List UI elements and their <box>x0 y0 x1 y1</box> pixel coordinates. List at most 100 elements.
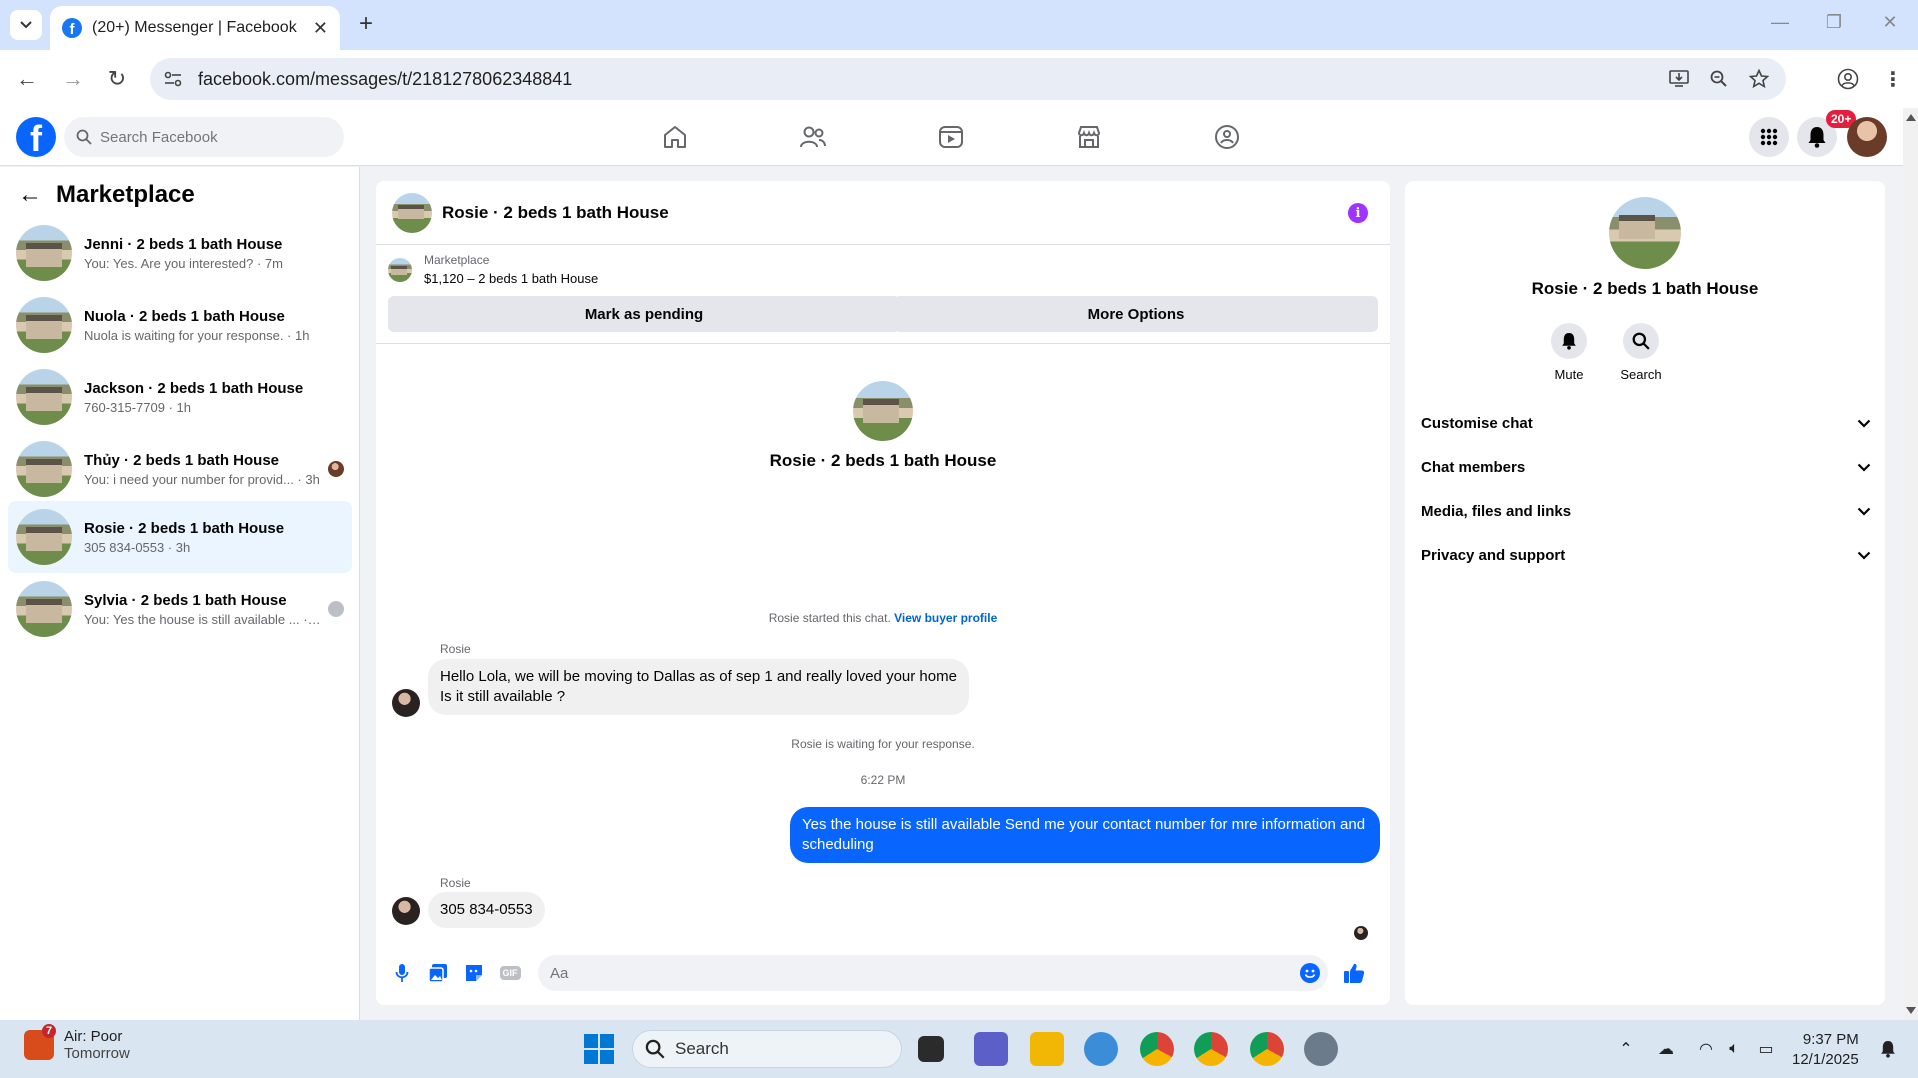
address-bar[interactable]: facebook.com/messages/t/2181278062348841 <box>150 58 1786 100</box>
conversation-rosie[interactable]: Rosie · 2 beds 1 bath House 305 834-0553… <box>8 501 352 573</box>
nav-groups[interactable] <box>1171 116 1283 158</box>
bookmark-star-icon[interactable] <box>1744 64 1774 94</box>
bell-icon <box>1562 333 1576 350</box>
nav-marketplace[interactable] <box>1033 116 1145 158</box>
browser-tab[interactable]: f (20+) Messenger | Facebook ✕ <box>50 6 340 50</box>
url-text[interactable]: facebook.com/messages/t/2181278062348841 <box>198 69 1654 90</box>
page-scrollbar[interactable] <box>1903 108 1918 1020</box>
battery-icon[interactable]: ▭ <box>1754 1038 1778 1060</box>
microphone-icon[interactable] <box>388 959 416 987</box>
message-input[interactable] <box>550 964 1290 982</box>
photo-icon[interactable] <box>424 959 452 987</box>
thumbs-up-icon[interactable] <box>1340 959 1368 987</box>
conversation-jackson[interactable]: Jackson · 2 beds 1 bath House 760-315-77… <box>8 361 352 433</box>
install-app-icon[interactable] <box>1664 64 1694 94</box>
clock-date: 12/1/2025 <box>1792 1051 1859 1068</box>
chat-listing-avatar[interactable] <box>392 192 432 233</box>
message-line: Hello Lola, we will be moving to Dallas … <box>440 668 957 685</box>
conversation-preview: You: i need your number for provid... · … <box>84 471 320 487</box>
gif-icon[interactable]: GIF <box>496 959 524 987</box>
chrome-profile-3-icon[interactable] <box>1250 1032 1284 1066</box>
new-tab-button[interactable]: + <box>352 10 380 38</box>
cloud-offline-icon[interactable]: ☁ <box>1654 1038 1678 1060</box>
details-title: Rosie · 2 beds 1 bath House <box>1531 279 1759 298</box>
facebook-search[interactable] <box>64 117 344 157</box>
restore-icon[interactable]: ❐ <box>1824 12 1844 33</box>
section-label: Privacy and support <box>1421 546 1566 564</box>
mark-as-pending-button[interactable]: Mark as pending <box>388 296 900 332</box>
incoming-message[interactable]: Hello Lola, we will be moving to Dallas … <box>428 659 969 715</box>
details-avatar <box>1609 197 1681 269</box>
sticker-icon[interactable] <box>460 959 488 987</box>
menu-grid-button[interactable] <box>1749 117 1789 157</box>
section-privacy-support[interactable]: Privacy and support <box>1421 535 1871 575</box>
message-timestamp: 6:22 PM <box>860 773 906 787</box>
profile-icon[interactable] <box>1833 64 1863 94</box>
clock-time: 9:37 PM <box>1802 1031 1859 1048</box>
search-icon <box>645 1039 665 1059</box>
settings-gear-icon[interactable] <box>1304 1032 1338 1066</box>
sidebar-header: ← Marketplace <box>18 181 195 209</box>
reload-icon[interactable]: ↻ <box>102 64 132 94</box>
close-tab-icon[interactable]: ✕ <box>313 18 328 39</box>
wifi-icon[interactable]: ◠ <box>1694 1038 1718 1060</box>
scroll-down-arrow-icon[interactable] <box>1906 1007 1916 1014</box>
facebook-search-input[interactable] <box>100 128 320 146</box>
listing-summary[interactable]: Marketplace $1,120 – 2 beds 1 bath House <box>388 253 598 286</box>
chat-started-text: Rosie started this chat. <box>768 611 891 625</box>
chat-title[interactable]: Rosie · 2 beds 1 bath House <box>442 203 669 223</box>
message-input-box[interactable] <box>538 955 1328 991</box>
conversation-name: Jenni · 2 beds 1 bath House <box>84 235 283 253</box>
show-hidden-icons-chevron-icon[interactable]: ⌃ <box>1614 1038 1638 1060</box>
account-avatar[interactable] <box>1847 117 1887 157</box>
scroll-up-arrow-icon[interactable] <box>1906 114 1916 121</box>
search-in-chat-button[interactable]: Search <box>1606 323 1676 382</box>
taskbar-search[interactable]: Search <box>632 1030 902 1068</box>
nav-video[interactable] <box>895 116 1007 158</box>
snipping-tool-icon[interactable] <box>1084 1032 1118 1066</box>
search-icon <box>1632 332 1650 350</box>
conversation-sylvia[interactable]: Sylvia · 2 beds 1 bath House You: Yes th… <box>8 573 352 645</box>
info-icon[interactable]: i <box>1348 203 1368 223</box>
back-arrow-icon[interactable]: ← <box>18 181 42 209</box>
view-buyer-profile-link[interactable]: View buyer profile <box>894 611 997 625</box>
more-options-button[interactable]: More Options <box>894 296 1378 332</box>
section-chat-members[interactable]: Chat members <box>1421 447 1871 487</box>
outgoing-message[interactable]: Yes the house is still available Send me… <box>790 807 1380 863</box>
mute-button[interactable]: Mute <box>1534 323 1604 382</box>
teams-icon[interactable] <box>974 1032 1008 1066</box>
weather-widget[interactable]: 7 Air: Poor Tomorrow <box>24 1024 130 1062</box>
tab-search-button[interactable] <box>10 10 42 40</box>
browser-menu-icon[interactable]: ⋮ <box>1878 64 1908 94</box>
incoming-message[interactable]: 305 834-0553 <box>428 892 545 928</box>
conversation-thuy[interactable]: Thủy · 2 beds 1 bath House You: i need y… <box>8 433 352 505</box>
chrome-profile-1-icon[interactable] <box>1140 1032 1174 1066</box>
start-button[interactable] <box>584 1034 614 1064</box>
sender-avatar[interactable] <box>392 897 420 925</box>
zoom-icon[interactable] <box>1704 64 1734 94</box>
conversation-jenni[interactable]: Jenni · 2 beds 1 bath House You: Yes. Ar… <box>8 217 352 289</box>
close-window-icon[interactable]: ✕ <box>1880 12 1900 33</box>
sender-avatar[interactable] <box>392 689 420 717</box>
section-media-files-links[interactable]: Media, files and links <box>1421 491 1871 531</box>
message-sender-name: Rosie <box>440 876 471 890</box>
notification-bell-icon[interactable] <box>1876 1038 1900 1060</box>
volume-icon[interactable]: 🔈︎ <box>1722 1038 1746 1060</box>
minimize-icon[interactable]: — <box>1770 12 1790 33</box>
system-clock[interactable]: 9:37 PM 12/1/2025 <box>1792 1030 1859 1070</box>
facebook-logo-icon[interactable]: f <box>16 117 56 157</box>
task-view-icon[interactable] <box>918 1036 944 1062</box>
conversation-nuola[interactable]: Nuola · 2 beds 1 bath House Nuola is wai… <box>8 289 352 361</box>
section-customise-chat[interactable]: Customise chat <box>1421 403 1871 443</box>
nav-home[interactable] <box>619 116 731 158</box>
read-receipt-avatar <box>1354 926 1368 940</box>
listing-thumbnail <box>16 225 72 281</box>
nav-friends[interactable] <box>757 116 869 158</box>
file-explorer-icon[interactable] <box>1030 1032 1064 1066</box>
emoji-icon[interactable] <box>1300 963 1320 983</box>
back-icon[interactable]: ← <box>12 64 42 94</box>
site-info-icon[interactable] <box>162 68 184 90</box>
section-label: Chat members <box>1421 458 1526 476</box>
chrome-profile-2-icon[interactable] <box>1194 1032 1228 1066</box>
forward-icon[interactable]: → <box>58 64 88 94</box>
